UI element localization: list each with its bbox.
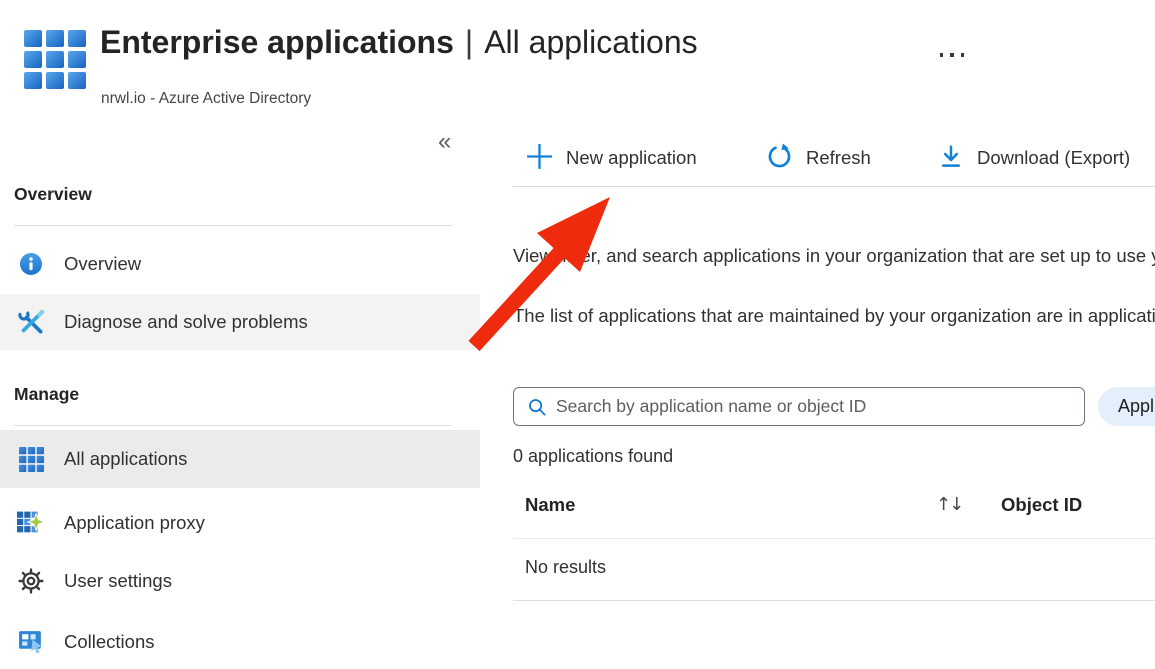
table-header-divider [513, 538, 1155, 539]
sidebar-item-label: User settings [64, 570, 172, 592]
new-application-label: New application [566, 147, 697, 169]
grid-icon [16, 447, 46, 472]
column-header-name[interactable]: Name [525, 494, 575, 516]
collapse-sidebar-button[interactable]: « [438, 128, 451, 156]
page-title-separator: | [465, 24, 473, 60]
column-header-object-id[interactable]: Object ID [1001, 494, 1082, 516]
page-title-primary: Enterprise applications [100, 24, 454, 60]
table-empty-text: No results [525, 557, 606, 578]
search-icon [527, 397, 548, 423]
filter-pill-label: Application type [1118, 396, 1155, 417]
sidebar-item-overview[interactable]: Overview [0, 240, 480, 288]
download-export-label: Download (Export) [977, 147, 1130, 169]
application-type-filter-pill[interactable]: Application type [1098, 387, 1155, 426]
description-line-2: The list of applications that are mainta… [513, 305, 1155, 327]
sidebar-item-label: Overview [64, 253, 141, 275]
sidebar-item-label: Application proxy [64, 512, 205, 534]
breadcrumb-subtitle: nrwl.io - Azure Active Directory [101, 90, 311, 108]
info-icon [16, 252, 46, 276]
sidebar-item-application-proxy[interactable]: Application proxy [0, 496, 480, 550]
enterprise-applications-icon [24, 30, 86, 95]
gear-icon [16, 568, 46, 594]
sidebar-item-all-applications[interactable]: All applications [0, 430, 480, 488]
more-dot [950, 53, 954, 57]
sidebar-divider [14, 225, 452, 226]
results-count: 0 applications found [513, 446, 673, 467]
download-export-button[interactable]: Download (Export) [938, 138, 1130, 178]
toolbar-divider [513, 186, 1155, 187]
refresh-label: Refresh [806, 147, 871, 169]
page-title-secondary: All applications [484, 24, 697, 60]
sidebar-section-overview: Overview [14, 184, 92, 205]
sidebar-item-label: All applications [64, 448, 187, 470]
search-input[interactable] [556, 388, 1076, 425]
refresh-button[interactable]: Refresh [766, 138, 871, 178]
refresh-icon [766, 143, 793, 173]
download-icon [938, 144, 964, 173]
more-dot [961, 53, 965, 57]
sidebar-item-label: Collections [64, 631, 155, 653]
application-search-box [513, 387, 1085, 426]
sidebar-section-manage: Manage [14, 384, 79, 405]
collections-icon [16, 628, 46, 655]
proxy-icon [16, 510, 46, 536]
new-application-button[interactable]: New application [526, 138, 697, 178]
enterprise-applications-page: Enterprise applications | All applications… [0, 0, 1155, 669]
table-bottom-divider [513, 600, 1155, 601]
sidebar-divider [14, 425, 452, 426]
more-dot [940, 53, 944, 57]
sort-icon[interactable]: ↑↓ [936, 494, 962, 515]
page-title: Enterprise applications | All applications [100, 24, 698, 61]
description-line-1: View, filter, and search applications in… [513, 245, 1155, 267]
sidebar-item-diagnose-and-solve-problems[interactable]: Diagnose and solve problems [0, 294, 480, 350]
tools-icon [16, 309, 46, 336]
sidebar-item-label: Diagnose and solve problems [64, 311, 308, 333]
sidebar-item-collections[interactable]: Collections [0, 614, 480, 669]
sidebar-item-user-settings[interactable]: User settings [0, 554, 480, 608]
more-icon[interactable] [930, 42, 974, 68]
plus-icon [526, 142, 553, 174]
